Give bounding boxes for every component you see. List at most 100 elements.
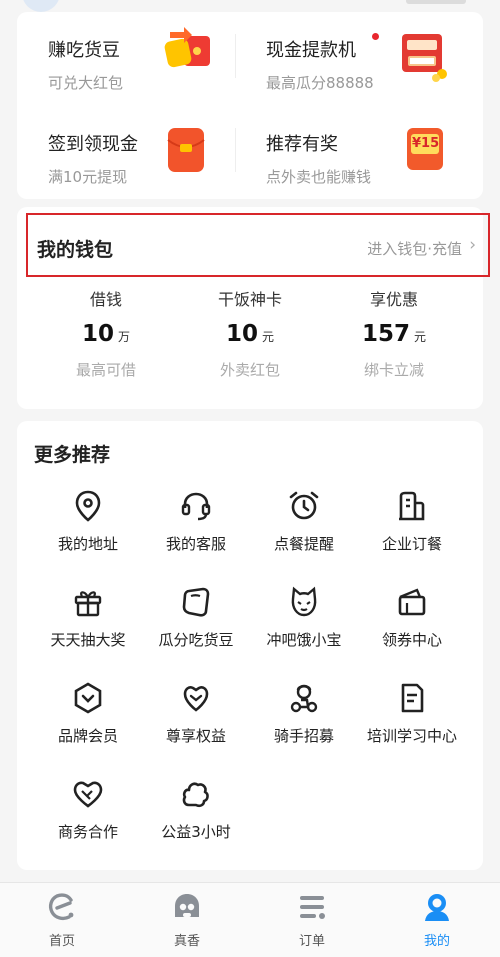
grid-item-label: 我的地址 [57, 535, 118, 553]
wallet-item-number: 10 [81, 321, 114, 347]
wallet-item-number: 157 [361, 321, 410, 347]
wallet-item-unit: 万 [118, 330, 131, 344]
wallet-item-value: 10 元 [180, 319, 320, 349]
coupon-badge: ¥15 [412, 136, 440, 151]
wallet-item-unit: 元 [262, 330, 275, 344]
grid-item-service[interactable]: 我的客服 [138, 489, 254, 569]
wallet-item-desc: 最高可借 [75, 361, 136, 379]
promo-item-beans[interactable]: 赚吃货豆 可兑大红包 [48, 36, 258, 116]
alarm-clock-icon [289, 491, 319, 520]
wallet-item-unit: 元 [414, 330, 427, 344]
cash-machine-icon [402, 34, 447, 82]
promo-subtitle: 最高瓜分88888 [266, 74, 374, 92]
promo-subtitle: 点外卖也能赚钱 [266, 168, 372, 186]
chevron-right-icon: › [469, 235, 476, 255]
grid-item-rider[interactable]: 骑手招募 [246, 681, 362, 761]
grid-item-lottery[interactable]: 天天抽大奖 [30, 585, 146, 665]
grid-item-mascot[interactable]: 冲吧饿小宝 [246, 585, 362, 665]
wallet-item-card[interactable]: 干饭神卡 10 元 外卖红包 [180, 289, 320, 381]
tab-label: 真香 [173, 934, 200, 949]
cat-face-icon [291, 586, 317, 617]
document-icon [401, 683, 424, 713]
cloud-heart-icon [182, 782, 209, 808]
tab-home[interactable]: 首页 [12, 891, 112, 949]
wallet-item-value: 157 元 [324, 319, 464, 349]
wallet-item-desc: 外卖红包 [219, 361, 280, 379]
grid-item-label: 冲吧饿小宝 [266, 631, 342, 649]
wallet-title: 我的钱包 [37, 239, 114, 261]
notification-dot [372, 33, 379, 40]
promo-title: 现金提款机 [266, 40, 356, 61]
bottom-tab-bar: 首页 真香 订单 我的 [0, 882, 500, 957]
promo-subtitle: 可兑大红包 [48, 74, 124, 92]
red-envelope-beans-icon [164, 27, 210, 68]
grid-item-reminder[interactable]: 点餐提醒 [246, 489, 362, 569]
tab-mine[interactable]: 我的 [387, 891, 487, 949]
wallet-item-loan[interactable]: 借钱 10 万 最高可借 [36, 289, 176, 381]
wallet-item-value: 10 万 [36, 319, 176, 349]
heart-badge-icon [183, 686, 209, 712]
gift-icon [74, 591, 102, 617]
home-e-icon [48, 893, 74, 921]
more-recommendations-card: 更多推荐 我的地址 我的客服 点餐提醒 企业订餐 天天抽大奖 瓜分吃货豆 冲吧饿… [17, 421, 483, 870]
grid-item-brand-member[interactable]: 品牌会员 [30, 681, 146, 761]
tab-orders[interactable]: 订单 [262, 891, 362, 949]
top-right-edge [406, 0, 466, 4]
promo-title: 推荐有奖 [266, 134, 338, 155]
grid-item-label: 企业订餐 [381, 535, 442, 553]
avatar[interactable] [22, 0, 60, 12]
grid-item-beans[interactable]: 瓜分吃货豆 [138, 585, 254, 665]
grid-item-business[interactable]: 商务合作 [30, 777, 146, 857]
grid-item-enterprise[interactable]: 企业订餐 [354, 489, 470, 569]
wallet-item-discount[interactable]: 享优惠 157 元 绑卡立减 [324, 289, 464, 381]
grid-item-label: 商务合作 [57, 823, 118, 841]
rider-icon [290, 684, 318, 713]
wallet-item-label: 借钱 [89, 290, 122, 309]
red-envelope-icon [167, 128, 205, 172]
brand-member-icon [74, 682, 102, 714]
ghost-face-icon [175, 894, 199, 917]
location-pin-icon [75, 490, 101, 522]
coupon-icon [398, 588, 426, 616]
grid-item-rights[interactable]: 尊享权益 [138, 681, 254, 761]
wallet-card: 我的钱包 进入钱包·充值 › 借钱 10 万 最高可借 干饭神卡 10 元 外卖红包… [17, 207, 490, 409]
grid-item-label: 我的客服 [165, 535, 226, 553]
headset-icon [181, 492, 211, 521]
promo-item-checkin[interactable]: 签到领现金 满10元提现 [48, 130, 258, 210]
promo-card: 赚吃货豆 可兑大红包 现金提款机 最高瓜分88888 签到领现金 满10元提现 … [17, 12, 483, 199]
grid-item-label: 尊享权益 [165, 727, 226, 745]
wallet-item-number: 10 [225, 321, 258, 347]
promo-subtitle: 满10元提现 [48, 168, 128, 186]
grid-item-label: 骑手招募 [273, 727, 334, 745]
tab-label: 订单 [298, 934, 325, 949]
bean-icon [182, 587, 210, 617]
coupon-envelope-icon: ¥15 [405, 126, 445, 172]
grid-item-charity[interactable]: 公益3小时 [138, 777, 254, 857]
grid-item-label: 公益3小时 [161, 823, 231, 841]
profile-icon [425, 894, 449, 921]
grid-item-label: 点餐提醒 [273, 535, 334, 553]
grid-item-address[interactable]: 我的地址 [30, 489, 146, 569]
wallet-link[interactable]: 进入钱包·充值 [367, 238, 462, 259]
wallet-item-label: 干饭神卡 [217, 290, 282, 309]
section-title: 更多推荐 [34, 444, 111, 466]
grid-item-label: 品牌会员 [57, 727, 118, 745]
grid-item-training[interactable]: 培训学习中心 [354, 681, 470, 761]
promo-title: 签到领现金 [48, 134, 138, 155]
promo-divider [235, 128, 236, 172]
promo-divider [235, 34, 236, 78]
promo-title: 赚吃货豆 [48, 40, 120, 61]
wallet-item-label: 享优惠 [369, 290, 418, 309]
building-icon [399, 491, 425, 521]
tab-discover[interactable]: 真香 [137, 891, 237, 949]
tab-label: 首页 [48, 934, 75, 949]
wallet-header[interactable]: 我的钱包 进入钱包·充值 › [26, 213, 490, 277]
grid-item-label: 瓜分吃货豆 [158, 631, 234, 649]
grid-item-label: 培训学习中心 [366, 727, 457, 745]
grid-item-label: 领券中心 [381, 631, 442, 649]
wallet-item-desc: 绑卡立减 [363, 361, 424, 379]
grid-item-coupons[interactable]: 领券中心 [354, 585, 470, 665]
order-list-icon [300, 896, 325, 919]
handshake-icon [73, 781, 103, 808]
grid-item-label: 天天抽大奖 [50, 631, 126, 649]
